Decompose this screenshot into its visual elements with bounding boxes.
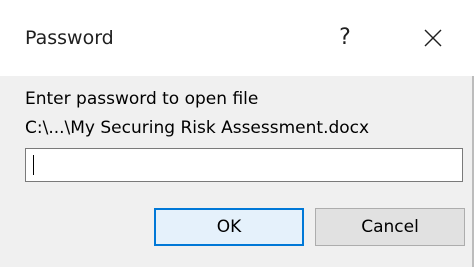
help-icon: ? [339,24,351,50]
close-button[interactable] [411,18,455,58]
dialog-title: Password [25,27,114,49]
prompt-label: Enter password to open file [25,89,259,109]
password-dialog: Password ? Enter password to open file C… [0,0,474,267]
file-path-label: C:\...\My Securing Risk Assessment.docx [25,118,370,138]
text-caret [33,155,34,175]
title-bar: Password ? [0,0,474,76]
cancel-button[interactable]: Cancel [315,208,465,246]
ok-button[interactable]: OK [154,208,304,246]
password-input[interactable] [25,148,463,182]
help-button[interactable]: ? [331,20,359,54]
close-icon [424,29,442,47]
